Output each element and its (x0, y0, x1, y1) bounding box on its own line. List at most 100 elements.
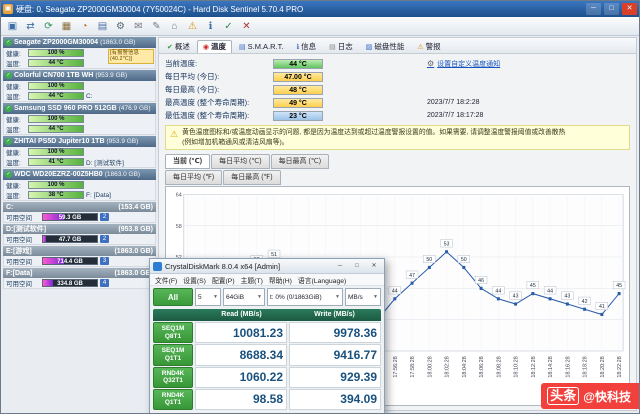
cdm-menu-help[interactable]: 帮助(H) (266, 275, 295, 285)
partition-entry[interactable]: C:(153.4 GB) 可用空间59.3 GB2 (3, 202, 156, 223)
cdm-maximize-button[interactable]: □ (350, 261, 364, 272)
edit-icon[interactable]: ✎ (148, 19, 165, 34)
disk-entry[interactable]: ✓Samsung SSD 960 PRO 512GB(476.9 GB) 健康:… (3, 103, 156, 135)
free-space-label: 可用空间 (6, 256, 40, 266)
partition-badge: 2 (100, 235, 109, 243)
daily-average-label: 每日平均 (今日): (165, 71, 273, 82)
cdm-menu-settings[interactable]: 设置(S) (180, 275, 209, 285)
chart-tab-current-c[interactable]: 当前 (℃) (165, 154, 210, 169)
partition-name: C: (6, 204, 13, 211)
close-button[interactable]: ✕ (622, 3, 637, 15)
disk-size: (953.9 GB) (95, 72, 127, 79)
tab-temperature[interactable]: ◉温度 (197, 40, 232, 53)
cdm-rnd4k-q1t1-button[interactable]: RND4KQ1T1 (153, 389, 193, 410)
surface-scan-icon[interactable]: ▦ (58, 19, 75, 34)
cdm-minimize-button[interactable]: ─ (333, 261, 347, 272)
cdm-seq1m-q8t1-button[interactable]: SEQ1MQ8T1 (153, 322, 193, 343)
cdm-target-drive-select[interactable]: t: 0% (0/1863GiB)▼ (267, 288, 343, 306)
cdm-read-value: 98.58 (195, 389, 287, 410)
crystaldiskmark-window[interactable]: CrystalDiskMark 8.0.4 x64 [Admin] ─ □ ✕ … (149, 258, 385, 414)
cdm-menu-profile[interactable]: 配置(P) (209, 275, 238, 285)
disk-list-panel: ✓Seagate ZP2000GM30004(1863.0 GB) 健康:100… (3, 37, 156, 413)
cdm-test-count-select[interactable]: 5▼ (195, 288, 221, 306)
partition-size: (1863.0 GB) (114, 248, 153, 255)
cdm-menu-theme[interactable]: 主题(T) (238, 275, 266, 285)
cdm-rnd4k-q32t1-button[interactable]: RND4KQ32T1 (153, 367, 193, 388)
refresh-icon[interactable]: ⟳ (40, 19, 57, 34)
svg-text:50: 50 (461, 257, 467, 263)
svg-text:18:18:28: 18:18:28 (583, 356, 589, 377)
chart-tab-daily-avg-c[interactable]: 每日平均 (℃) (211, 154, 269, 169)
tab-log[interactable]: ▤日志 (323, 40, 359, 53)
partition-entry[interactable]: F:[Data](1863.0 GB) 可用空间334.8 GB4 (3, 268, 156, 289)
tab-overview[interactable]: ✔概述 (161, 40, 196, 53)
tab-disk-performance[interactable]: ▨磁盘性能 (360, 40, 411, 53)
svg-text:43: 43 (564, 294, 570, 300)
free-space-value: 334.8 GB (43, 280, 97, 288)
cdm-test-size-select[interactable]: 64GiB▼ (223, 288, 265, 306)
app-icon: ▣ (3, 4, 13, 14)
temperature-info: 当前温度: 44 °C ⚙设置自定义温度通知 每日平均 (今日): 47.00 … (159, 54, 636, 123)
disk-entry[interactable]: ✓Colorful CN700 1TB WH(953.9 GB) 健康:100 … (3, 70, 156, 102)
minimize-button[interactable]: ─ (586, 3, 601, 15)
settings-icon[interactable]: ⚙ (112, 19, 129, 34)
disk-size: (476.9 GB) (119, 105, 151, 112)
chevron-down-icon: ▼ (373, 294, 378, 300)
svg-text:45: 45 (530, 283, 536, 289)
set-custom-temp-link[interactable]: ⚙设置自定义温度通知 (427, 59, 500, 69)
lifetime-max-date: 2023/7/7 18:2:28 (427, 99, 480, 106)
chart-tab-daily-max-c[interactable]: 每日最高 (℃) (271, 154, 329, 169)
exit-icon[interactable]: ✕ (238, 19, 255, 34)
toutiao-watermark: 头条 @快科技 (541, 383, 639, 409)
svg-text:18:12:28: 18:12:28 (531, 356, 537, 377)
cdm-results-grid: SEQ1MQ8T1 10081.23 9978.36 SEQ1MQ1T1 868… (150, 321, 384, 413)
partition-entry[interactable]: D:[测试软件](953.8 GB) 可用空间47.7 GB2 (3, 224, 156, 245)
cdm-close-button[interactable]: ✕ (367, 261, 381, 272)
svg-text:64: 64 (176, 192, 182, 198)
smart-icon[interactable]: ▤ (94, 19, 111, 34)
disk-entry[interactable]: ✓Seagate ZP2000GM30004(1863.0 GB) 健康:100… (3, 37, 156, 69)
alert-info-tag: [有报警信息(40.2℃)] (108, 49, 154, 64)
partition-entry[interactable]: E:[游戏](1863.0 GB) 可用空间714.4 GB3 (3, 246, 156, 267)
benchmark-icon[interactable]: ◔ (76, 19, 93, 34)
cdm-menu-file[interactable]: 文件(F) (152, 275, 180, 285)
cdm-menu-language[interactable]: 语言(Language) (295, 275, 349, 285)
usb-device-icon[interactable]: ⇄ (22, 19, 39, 34)
chart-tab-daily-avg-f[interactable]: 每日平均 (℉) (165, 170, 222, 185)
temperature-bar: 38 °C (28, 191, 84, 199)
home-icon[interactable]: ⌂ (166, 19, 183, 34)
tab-smart[interactable]: ▤S.M.A.R.T. (233, 40, 289, 53)
cdm-title-bar[interactable]: CrystalDiskMark 8.0.4 x64 [Admin] ─ □ ✕ (150, 259, 384, 274)
title-bar[interactable]: ▣ 硬盘: 0, Seagate ZP2000GM30004 (7Y50024C… (1, 1, 639, 17)
chevron-down-icon: ▼ (213, 294, 218, 300)
svg-text:18:14:28: 18:14:28 (548, 356, 554, 377)
maximize-button[interactable]: □ (604, 3, 619, 15)
temperature-bar: 44 °C (28, 59, 84, 67)
free-space-value: 47.7 GB (43, 236, 97, 244)
health-bar: 100 % (28, 148, 84, 156)
tab-alerts[interactable]: ⚠警报 (411, 40, 446, 53)
info-icon[interactable]: ℹ (202, 19, 219, 34)
chart-unit-tabs-fahrenheit: 每日平均 (℉) 每日最高 (℉) (159, 169, 636, 185)
disk-entry[interactable]: ✓WDC WD20EZRZ-00Z5HB0(1863.0 GB) 健康:100 … (3, 169, 156, 201)
chart-tab-daily-max-f[interactable]: 每日最高 (℉) (223, 170, 280, 185)
alert-icon[interactable]: ⚠ (184, 19, 201, 34)
partition-badge: 4 (100, 279, 109, 287)
health-label: 健康: (6, 114, 26, 124)
cdm-unit-select[interactable]: MB/s▼ (345, 288, 381, 306)
disk-name: Colorful CN700 1TB WH (14, 72, 93, 79)
cdm-seq1m-q1t1-button[interactable]: SEQ1MQ1T1 (153, 344, 193, 365)
current-temp-value: 44 °C (273, 59, 323, 69)
check-icon[interactable]: ✓ (220, 19, 237, 34)
disk-name: WDC WD20EZRZ-00Z5HB0 (14, 171, 103, 178)
email-report-icon[interactable]: ✉ (130, 19, 147, 34)
tab-information[interactable]: ℹ信息 (290, 40, 322, 53)
cdm-menu-bar: 文件(F) 设置(S) 配置(P) 主题(T) 帮助(H) 语言(Languag… (150, 274, 384, 286)
cdm-all-button[interactable]: All (153, 288, 193, 306)
disk-entry[interactable]: ✓ZHITAI PS5D Jupiter10 1TB(953.9 GB) 健康:… (3, 136, 156, 168)
cdm-result-row: SEQ1MQ1T1 8688.34 9416.77 (153, 344, 381, 365)
hdd-icon[interactable]: ▣ (4, 19, 21, 34)
chart-unit-tabs-celsius: 当前 (℃) 每日平均 (℃) 每日最高 (℃) (159, 152, 636, 169)
partition-size: (953.8 GB) (118, 226, 153, 233)
free-space-value: 59.3 GB (43, 214, 97, 222)
